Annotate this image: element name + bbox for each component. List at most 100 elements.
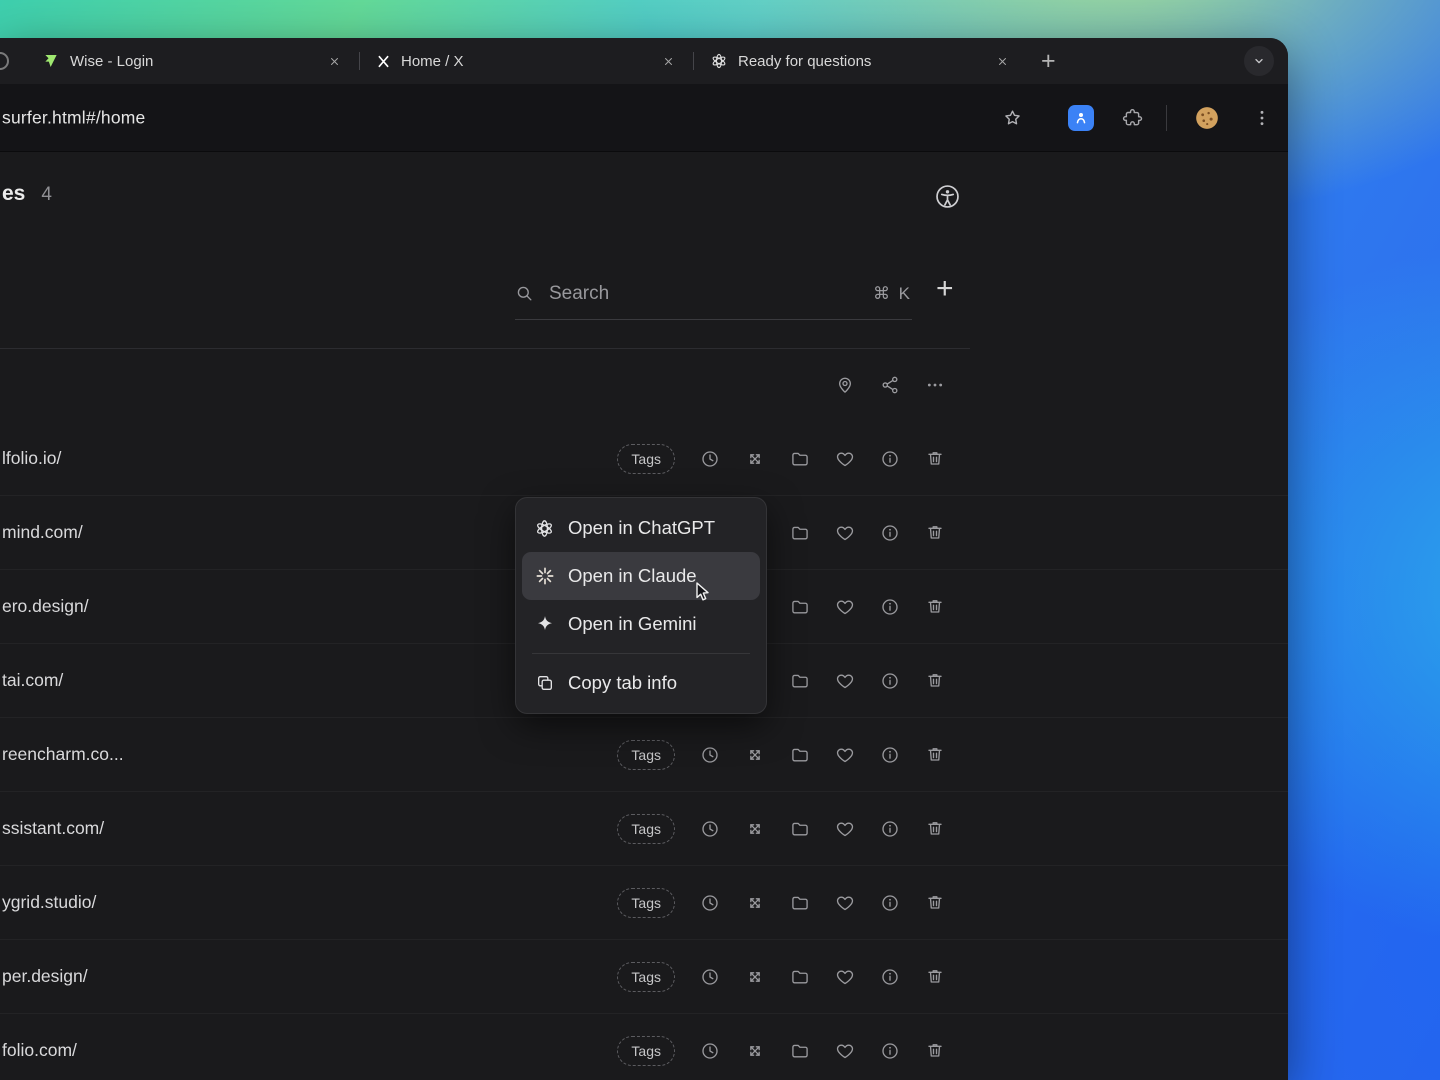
- folder-icon[interactable]: [790, 819, 810, 839]
- more-options-icon[interactable]: [925, 375, 945, 395]
- search-shortcut: ⌘ K: [872, 283, 912, 303]
- row-controls: Tags: [617, 1035, 945, 1066]
- bookmark-row[interactable]: lfolio.io/ Tags: [0, 422, 1288, 496]
- favorite-heart-icon[interactable]: [835, 671, 855, 691]
- menu-item-copy-tab-info[interactable]: Copy tab info: [522, 659, 760, 707]
- item-count: 4: [41, 184, 52, 205]
- info-icon[interactable]: [880, 967, 900, 987]
- info-icon[interactable]: [880, 597, 900, 617]
- tab-close-icon[interactable]: [993, 52, 1011, 70]
- delete-trash-icon[interactable]: [925, 523, 945, 543]
- favorite-heart-icon[interactable]: [835, 1041, 855, 1061]
- open-arrows-icon[interactable]: [745, 449, 765, 469]
- delete-trash-icon[interactable]: [925, 597, 945, 617]
- pin-icon[interactable]: [835, 375, 855, 395]
- folder-icon[interactable]: [790, 967, 810, 987]
- open-arrows-icon[interactable]: [745, 745, 765, 765]
- open-arrows-icon[interactable]: [745, 819, 765, 839]
- tab-home-x[interactable]: Home / X: [360, 38, 693, 84]
- page-content: es 4 Search ⌘ K + lfolio.io/ Tags mind.c…: [0, 152, 1288, 1080]
- history-clock-icon[interactable]: [700, 1041, 720, 1061]
- bookmark-row[interactable]: ssistant.com/ Tags: [0, 792, 1288, 866]
- folder-icon[interactable]: [790, 597, 810, 617]
- folder-icon[interactable]: [790, 523, 810, 543]
- menu-separator: [532, 653, 750, 654]
- tab-title: Home / X: [401, 52, 464, 70]
- info-icon[interactable]: [880, 671, 900, 691]
- bookmark-star-icon[interactable]: [1002, 107, 1023, 128]
- folder-icon[interactable]: [790, 893, 810, 913]
- info-icon[interactable]: [880, 523, 900, 543]
- tab-search-button[interactable]: [1244, 46, 1274, 76]
- open-arrows-icon[interactable]: [745, 967, 765, 987]
- tab-ready-for-questions[interactable]: Ready for questions: [694, 38, 1027, 84]
- favorite-heart-icon[interactable]: [835, 745, 855, 765]
- share-icon[interactable]: [880, 375, 900, 395]
- favorite-heart-icon[interactable]: [835, 597, 855, 617]
- add-button[interactable]: +: [936, 274, 954, 304]
- favorite-heart-icon[interactable]: [835, 893, 855, 913]
- tab-close-icon[interactable]: [325, 52, 343, 70]
- bookmark-row[interactable]: ygrid.studio/ Tags: [0, 866, 1288, 940]
- favorite-heart-icon[interactable]: [835, 523, 855, 543]
- accessibility-icon[interactable]: [934, 183, 961, 210]
- tags-button[interactable]: Tags: [617, 813, 675, 844]
- folder-icon[interactable]: [790, 1041, 810, 1061]
- claude-logo-icon: [534, 566, 555, 587]
- address-bar-url[interactable]: surfer.html#/home: [2, 107, 145, 128]
- folder-icon[interactable]: [790, 745, 810, 765]
- bookmark-row[interactable]: per.design/ Tags: [0, 940, 1288, 1014]
- history-clock-icon[interactable]: [700, 967, 720, 987]
- row-controls: Tags: [617, 443, 945, 474]
- row-url: folio.com/: [2, 1040, 77, 1060]
- extensions-puzzle-icon[interactable]: [1122, 107, 1143, 128]
- info-icon[interactable]: [880, 893, 900, 913]
- bookmark-row[interactable]: reencharm.co... Tags: [0, 718, 1288, 792]
- toolbar-separator: [1166, 104, 1167, 131]
- info-icon[interactable]: [880, 745, 900, 765]
- row-controls: Tags: [617, 739, 945, 770]
- delete-trash-icon[interactable]: [925, 893, 945, 913]
- browser-menu-icon[interactable]: [1252, 108, 1272, 128]
- favorite-heart-icon[interactable]: [835, 819, 855, 839]
- open-arrows-icon[interactable]: [745, 893, 765, 913]
- page-header: es 4: [2, 182, 52, 206]
- tags-button[interactable]: Tags: [617, 887, 675, 918]
- history-clock-icon[interactable]: [700, 449, 720, 469]
- open-arrows-icon[interactable]: [745, 1041, 765, 1061]
- menu-item-label: Copy tab info: [568, 672, 678, 693]
- new-tab-button[interactable]: +: [1041, 48, 1056, 74]
- tab-wise-login[interactable]: Wise - Login: [26, 38, 359, 84]
- folder-icon[interactable]: [790, 449, 810, 469]
- delete-trash-icon[interactable]: [925, 671, 945, 691]
- row-url: per.design/: [2, 966, 88, 986]
- history-clock-icon[interactable]: [700, 745, 720, 765]
- tags-button[interactable]: Tags: [617, 961, 675, 992]
- tags-button[interactable]: Tags: [617, 443, 675, 474]
- folder-icon[interactable]: [790, 671, 810, 691]
- tab-close-icon[interactable]: [659, 52, 677, 70]
- history-clock-icon[interactable]: [700, 893, 720, 913]
- delete-trash-icon[interactable]: [925, 967, 945, 987]
- delete-trash-icon[interactable]: [925, 449, 945, 469]
- cookie-extension-icon[interactable]: [1194, 105, 1220, 131]
- menu-item-open-chatgpt[interactable]: Open in ChatGPT: [522, 504, 760, 552]
- delete-trash-icon[interactable]: [925, 745, 945, 765]
- tags-button[interactable]: Tags: [617, 1035, 675, 1066]
- favorite-heart-icon[interactable]: [835, 449, 855, 469]
- info-icon[interactable]: [880, 1041, 900, 1061]
- delete-trash-icon[interactable]: [925, 1041, 945, 1061]
- extension-blue-icon[interactable]: [1068, 104, 1094, 131]
- history-clock-icon[interactable]: [700, 819, 720, 839]
- info-icon[interactable]: [880, 819, 900, 839]
- openai-logo-icon: [710, 52, 728, 70]
- favorite-heart-icon[interactable]: [835, 967, 855, 987]
- tags-button[interactable]: Tags: [617, 739, 675, 770]
- mouse-cursor: [696, 582, 709, 601]
- search-bar[interactable]: Search ⌘ K: [515, 268, 912, 320]
- info-icon[interactable]: [880, 449, 900, 469]
- bookmark-row[interactable]: folio.com/ Tags: [0, 1014, 1288, 1080]
- delete-trash-icon[interactable]: [925, 819, 945, 839]
- menu-item-open-claude[interactable]: Open in Claude: [522, 552, 760, 600]
- menu-item-open-gemini[interactable]: Open in Gemini: [522, 600, 760, 648]
